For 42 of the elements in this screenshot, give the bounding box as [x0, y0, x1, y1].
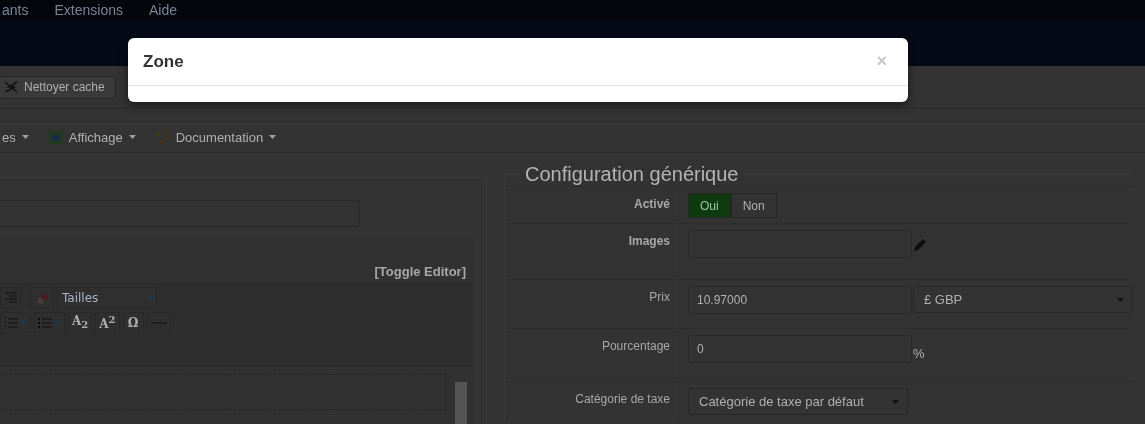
caret-icon — [21, 135, 29, 139]
input-field[interactable]: 0 — [688, 335, 912, 363]
scrollbar[interactable] — [455, 382, 467, 424]
caret-icon — [20, 320, 27, 325]
menu-item[interactable]: Aide — [148, 2, 177, 18]
menu-dropdown[interactable]: Documentation — [155, 129, 277, 145]
modal-title: Zone — [143, 51, 184, 72]
pencil-icon — [913, 238, 927, 252]
toggle-editor-link[interactable]: [Toggle Editor] — [0, 240, 472, 283]
menu-item[interactable]: ants — [2, 2, 29, 18]
caret-icon — [269, 135, 277, 139]
caret-icon — [1117, 297, 1124, 302]
caret-icon — [892, 399, 899, 404]
currency-select[interactable]: £ GBP — [913, 286, 1133, 313]
caret-icon — [54, 320, 61, 325]
input-field[interactable]: 10.97000 — [688, 286, 912, 314]
format-button[interactable]: A$_{2}$ — [68, 312, 93, 333]
menu-item[interactable]: Extensions — [54, 2, 123, 18]
section-title: Configuration générique — [524, 163, 740, 186]
menu-dropdown[interactable]: es — [2, 129, 29, 145]
lifebuoy-icon — [155, 130, 170, 144]
toggle-option[interactable]: Oui — [688, 193, 731, 218]
numbered-list-button[interactable] — [0, 312, 31, 333]
menu-dropdown[interactable]: Affichage — [48, 129, 136, 145]
format-button[interactable]: A$^{2}$ — [95, 312, 120, 333]
unit-label: % — [913, 345, 925, 361]
eraser-button[interactable] — [30, 287, 54, 308]
field-label: Prix — [648, 289, 671, 306]
tax-select[interactable]: Catégorie de taxe par défaut — [688, 388, 908, 415]
clear-cache-button[interactable]: Nettoyer cache — [0, 75, 116, 99]
toggle-option[interactable]: Non — [730, 193, 777, 218]
window-icon — [48, 130, 63, 144]
format-button[interactable]: Ω — [122, 312, 144, 333]
caret-icon — [147, 295, 154, 300]
caret-icon — [128, 135, 136, 139]
field-label: Images — [627, 233, 671, 250]
bullet-list-icon — [38, 316, 52, 329]
bullet-list-button[interactable] — [34, 312, 65, 333]
field-label: Catégorie de taxe — [574, 391, 671, 408]
field-label: Activé — [632, 196, 671, 213]
field-label: Pourcentage — [600, 338, 671, 355]
size-select[interactable]: Tailles — [57, 287, 157, 308]
